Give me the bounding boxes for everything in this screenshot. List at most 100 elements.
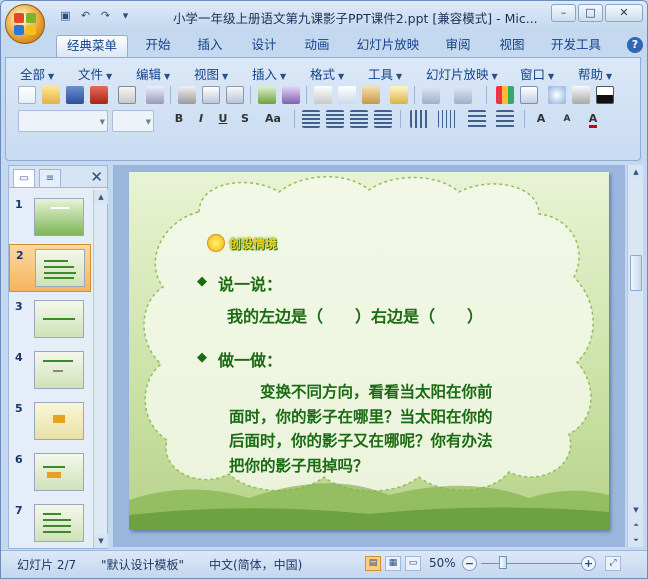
- close-button[interactable]: ✕: [605, 4, 643, 22]
- tab-classic-menu[interactable]: 经典菜单: [56, 35, 128, 57]
- scroll-up-icon[interactable]: ▲: [629, 165, 643, 179]
- open-icon[interactable]: [42, 86, 60, 104]
- zoom-level[interactable]: 50%: [429, 556, 456, 570]
- zoom-slider-track[interactable]: [481, 563, 581, 564]
- zoom-slider-thumb[interactable]: [499, 556, 507, 569]
- font-size-combo[interactable]: ▼: [112, 110, 154, 132]
- zoom-in-button[interactable]: +: [581, 556, 596, 571]
- language-indicator[interactable]: 中文(简体，中国): [209, 556, 302, 573]
- tab-slides[interactable]: ▭: [13, 169, 35, 187]
- slide-thumbnail-6[interactable]: 6: [9, 449, 91, 497]
- tab-insert[interactable]: 插入: [187, 35, 233, 57]
- tab-animation[interactable]: 动画: [294, 35, 340, 57]
- redo-button[interactable]: ↷: [97, 8, 114, 24]
- grayscale-icon[interactable]: [572, 86, 590, 104]
- scroll-thumb[interactable]: [630, 255, 642, 291]
- sun-icon: [207, 234, 225, 252]
- slide-thumbnail-5[interactable]: 5: [9, 398, 91, 446]
- insert-object-icon[interactable]: [548, 86, 566, 104]
- scroll-up-icon[interactable]: ▲: [94, 190, 108, 204]
- menu-help[interactable]: 帮助 ▼: [578, 64, 612, 83]
- slideshow-view-button[interactable]: ▭: [405, 556, 421, 571]
- print-preview-icon[interactable]: [202, 86, 220, 104]
- section-badge: 创设情境: [207, 234, 277, 252]
- undo-icon[interactable]: [422, 86, 440, 104]
- menu-window[interactable]: 窗口 ▼: [520, 64, 554, 83]
- previous-slide-icon[interactable]: ⏶: [629, 518, 643, 532]
- help-icon[interactable]: ?: [627, 37, 643, 53]
- menu-edit[interactable]: 编辑 ▼: [136, 64, 170, 83]
- change-case-button[interactable]: Aa: [260, 110, 286, 128]
- insert-table-icon[interactable]: [520, 86, 538, 104]
- bullets-icon[interactable]: [496, 110, 514, 128]
- slides-pane-scrollbar[interactable]: ▲ ▼: [93, 190, 108, 548]
- tab-slideshow[interactable]: 幻灯片放映: [349, 35, 427, 57]
- print-icon[interactable]: [178, 86, 196, 104]
- undo-button[interactable]: ↶: [77, 8, 94, 24]
- fit-to-window-icon[interactable]: ⤢: [605, 556, 621, 571]
- research-icon[interactable]: [282, 86, 300, 104]
- menu-format[interactable]: 格式 ▼: [310, 64, 344, 83]
- save-icon[interactable]: [66, 86, 84, 104]
- menu-insert[interactable]: 插入 ▼: [252, 64, 286, 83]
- slide-thumbnail-4[interactable]: 4: [9, 347, 91, 395]
- menu-all[interactable]: 全部 ▼: [20, 64, 54, 83]
- tab-review[interactable]: 审阅: [435, 35, 481, 57]
- scroll-down-icon[interactable]: ▼: [629, 503, 643, 517]
- slide-thumbnail-3[interactable]: 3: [9, 296, 91, 344]
- new-icon[interactable]: [18, 86, 36, 104]
- align-center-icon[interactable]: [326, 110, 344, 128]
- insert-chart-icon[interactable]: [496, 86, 514, 104]
- tab-developer[interactable]: 开发工具: [543, 35, 609, 57]
- office-button[interactable]: [5, 4, 45, 44]
- minimize-button[interactable]: –: [551, 4, 576, 22]
- zoom-out-button[interactable]: −: [462, 556, 477, 571]
- numbering-icon[interactable]: [468, 110, 486, 128]
- paste-icon[interactable]: [362, 86, 380, 104]
- tab-view[interactable]: 视图: [489, 35, 535, 57]
- slide-thumbnail-1[interactable]: 1: [9, 194, 91, 242]
- menu-file[interactable]: 文件 ▼: [78, 64, 112, 83]
- spelling-icon[interactable]: [258, 86, 276, 104]
- underline-button[interactable]: U: [214, 110, 232, 128]
- copy-icon[interactable]: [338, 86, 356, 104]
- save-button[interactable]: ▣: [57, 8, 74, 24]
- permission-icon[interactable]: [90, 86, 108, 104]
- font-name-combo[interactable]: ▼: [18, 110, 108, 132]
- slide-scrollbar[interactable]: ▲ ▼ ⏶ ⏷: [627, 165, 643, 547]
- cut-icon[interactable]: [314, 86, 332, 104]
- email-icon[interactable]: [118, 86, 136, 104]
- slide-thumbnail-7[interactable]: 7: [9, 500, 91, 548]
- tab-home[interactable]: 开始: [135, 35, 181, 57]
- normal-view-button[interactable]: ▤: [365, 556, 381, 571]
- align-right-icon[interactable]: [350, 110, 368, 128]
- align-left-icon[interactable]: [302, 110, 320, 128]
- page-setup-icon[interactable]: [226, 86, 244, 104]
- slide-thumbnail-2[interactable]: 2: [9, 244, 91, 292]
- italic-button[interactable]: I: [192, 110, 210, 128]
- redo-icon[interactable]: [454, 86, 472, 104]
- menu-view[interactable]: 视图 ▼: [194, 64, 228, 83]
- color-icon[interactable]: [596, 86, 614, 104]
- increase-font-icon[interactable]: A: [532, 110, 550, 128]
- qat-customize-button[interactable]: ▾: [117, 8, 134, 24]
- shadow-button[interactable]: S: [236, 110, 254, 128]
- menu-slideshow[interactable]: 幻灯片放映 ▼: [426, 64, 498, 83]
- maximize-button[interactable]: □: [578, 4, 603, 22]
- publish-icon[interactable]: [146, 86, 164, 104]
- justify-icon[interactable]: [374, 110, 392, 128]
- tab-outline[interactable]: ≡: [39, 169, 61, 187]
- format-painter-icon[interactable]: [390, 86, 408, 104]
- close-pane-icon[interactable]: ✕: [90, 168, 103, 186]
- bold-button[interactable]: B: [170, 110, 188, 128]
- slide-canvas[interactable]: 创设情境 ◆ 说一说： 我的左边是（ ）右边是（ ） ◆ 做一做： 变换不同方向…: [129, 172, 609, 530]
- text-direction-icon[interactable]: [410, 110, 428, 128]
- slide-sorter-button[interactable]: ▦: [385, 556, 401, 571]
- decrease-font-icon[interactable]: A: [558, 110, 576, 128]
- next-slide-icon[interactable]: ⏷: [629, 533, 643, 547]
- line-spacing-icon[interactable]: [438, 110, 456, 128]
- scroll-down-icon[interactable]: ▼: [94, 534, 108, 548]
- menu-tools[interactable]: 工具 ▼: [368, 64, 402, 83]
- font-color-icon[interactable]: A: [584, 110, 602, 128]
- tab-design[interactable]: 设计: [241, 35, 287, 57]
